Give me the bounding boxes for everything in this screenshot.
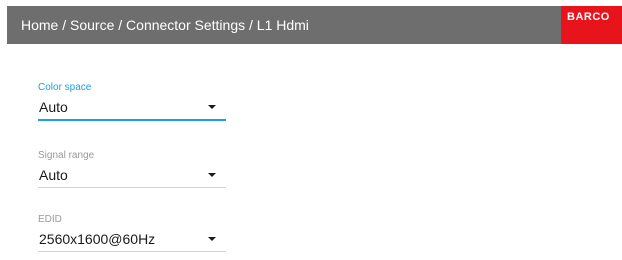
color-space-value: Auto — [39, 99, 68, 115]
page: Home / Source / Connector Settings / L1 … — [0, 0, 622, 260]
color-space-label: Color space — [38, 82, 92, 93]
caret-down-icon — [208, 173, 216, 177]
edid-select[interactable]: 2560x1600@60Hz — [38, 229, 226, 252]
edid-field: EDID 2560x1600@60Hz — [38, 213, 226, 252]
edid-label: EDID — [38, 214, 62, 225]
signal-range-field: Signal range Auto — [38, 149, 226, 188]
caret-down-icon — [208, 237, 216, 241]
header-bar: Home / Source / Connector Settings / L1 … — [7, 6, 622, 44]
color-space-select[interactable]: Auto — [38, 97, 226, 121]
signal-range-value: Auto — [39, 167, 68, 183]
color-space-field: Color space Auto — [38, 81, 226, 121]
barco-logo: BARCO — [561, 6, 622, 44]
edid-value: 2560x1600@60Hz — [39, 231, 156, 247]
breadcrumb: Home / Source / Connector Settings / L1 … — [21, 17, 309, 33]
logo-text: BARCO — [567, 11, 610, 23]
signal-range-select[interactable]: Auto — [38, 165, 226, 188]
signal-range-label: Signal range — [38, 150, 95, 161]
caret-down-icon — [208, 105, 216, 109]
